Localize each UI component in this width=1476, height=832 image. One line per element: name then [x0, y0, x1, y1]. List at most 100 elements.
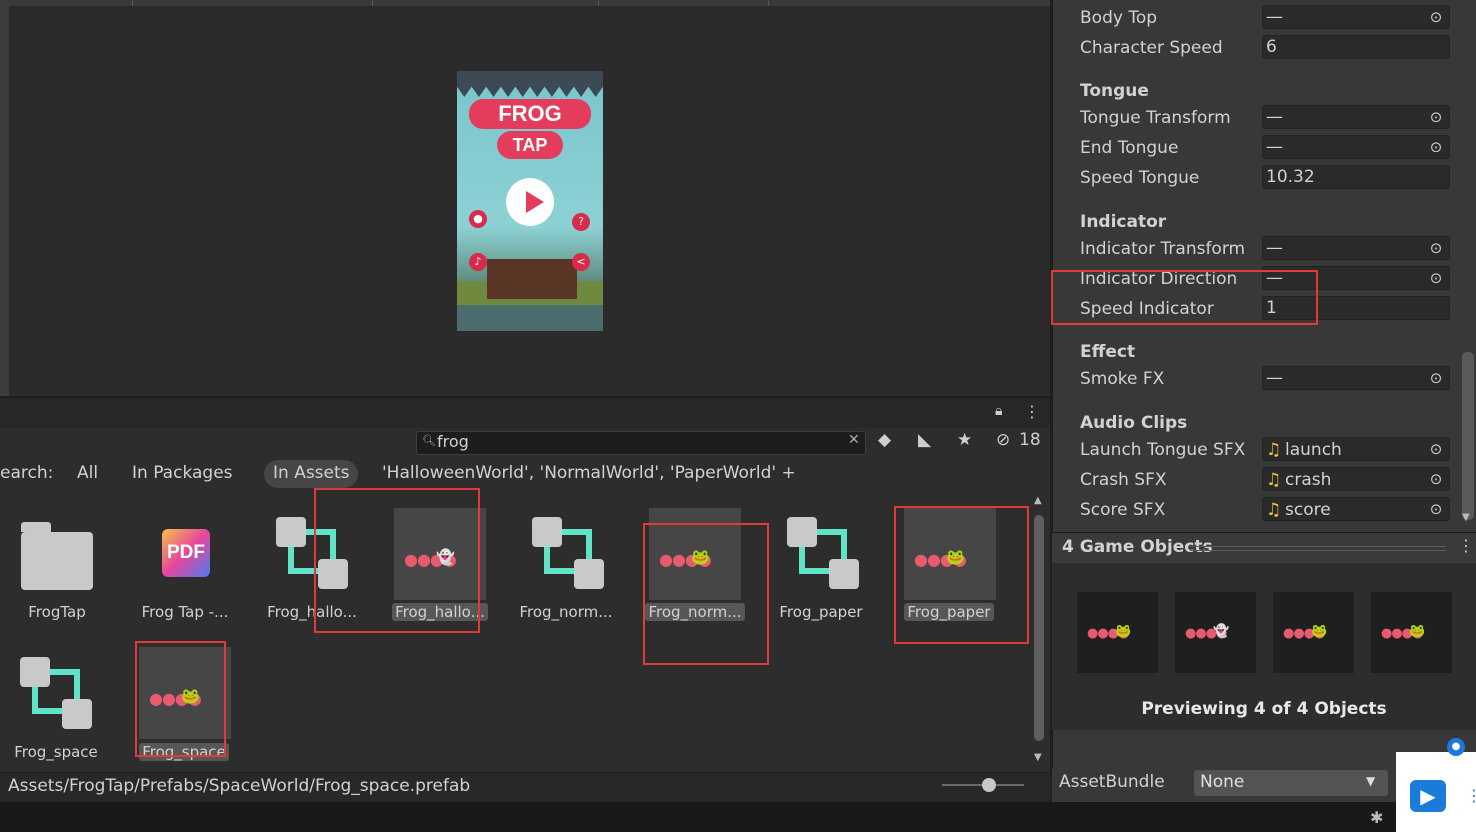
field-value: crash — [1285, 470, 1332, 490]
prefab-variant-icon[interactable] — [530, 515, 610, 591]
audio-clip-icon: ♫ — [1266, 500, 1282, 520]
scroll-down-icon[interactable]: ▼ — [1034, 752, 1042, 763]
search-by-type-icon[interactable]: ◆ — [878, 430, 891, 450]
hidden-count: 18 — [1019, 430, 1041, 450]
ghost-frog-icon: 👻 — [1213, 624, 1230, 639]
object-picker-icon[interactable]: ⊙ — [1426, 368, 1446, 388]
asset-label: Frog_norm... — [519, 603, 613, 621]
frog-icon: 🐸 — [1409, 624, 1426, 639]
field-value[interactable]: 6 — [1266, 37, 1277, 57]
filter-scenes[interactable]: 'HalloweenWorld', 'NormalWorld', 'PaperW… — [382, 463, 796, 483]
search-icon: 🔍︎ — [422, 434, 436, 447]
scroll-down-icon[interactable]: ▼ — [1462, 512, 1470, 523]
section-header: Effect — [1080, 342, 1136, 362]
object-picker-icon[interactable]: ⊙ — [1426, 499, 1446, 519]
asset-item[interactable] — [21, 522, 93, 590]
game-preview: FROG TAP ● ? ♪ < — [457, 71, 603, 331]
field-value: — — [1266, 107, 1283, 127]
folder-icon — [21, 522, 51, 532]
assetbundle-label: AssetBundle — [1059, 772, 1165, 792]
prefab-variant-icon[interactable] — [18, 655, 98, 731]
filter-in-packages[interactable]: In Packages — [132, 463, 233, 483]
highlight-box — [643, 523, 769, 665]
chevron-down-icon: ▼ — [1366, 774, 1376, 788]
field-value[interactable]: 10.32 — [1266, 167, 1315, 187]
audio-clip-icon: ♫ — [1266, 440, 1282, 460]
field-label: Indicator Transform — [1080, 239, 1246, 259]
highlight-box — [894, 506, 1029, 644]
game-platform — [487, 259, 577, 299]
asset-label: Frog_paper — [779, 603, 863, 621]
body-top-field[interactable] — [1262, 5, 1450, 29]
field-label: Character Speed — [1080, 38, 1223, 58]
status-bar — [0, 802, 1476, 832]
favorites-star-icon[interactable]: ★ — [957, 430, 972, 450]
scene-left-border — [0, 0, 9, 396]
object-picker-icon[interactable]: ⊙ — [1426, 238, 1446, 258]
tab-divider — [132, 0, 133, 6]
pin-icon[interactable]: ● — [1447, 738, 1465, 756]
object-picker-icon[interactable]: ⊙ — [1426, 137, 1446, 157]
remote-desktop-icon[interactable]: ▶ — [1410, 780, 1446, 812]
highlight-box — [314, 488, 480, 633]
debug-bug-icon[interactable]: ✱ — [1370, 808, 1383, 827]
pdf-icon[interactable]: PDF — [162, 529, 210, 577]
drag-handle[interactable] — [1190, 546, 1446, 551]
preview-caption: Previewing 4 of 4 Objects — [1141, 699, 1387, 719]
search-value[interactable]: frog — [437, 432, 469, 451]
highlight-box — [1051, 270, 1318, 325]
space-frog-icon: 🐸 — [1115, 624, 1132, 639]
section-header: Indicator — [1080, 212, 1167, 232]
search-by-label-icon[interactable]: ◣ — [918, 430, 931, 450]
object-picker-icon[interactable]: ⊙ — [1426, 7, 1446, 27]
object-picker-icon[interactable]: ⊙ — [1426, 469, 1446, 489]
object-picker-icon[interactable]: ⊙ — [1426, 439, 1446, 459]
character-speed-field[interactable] — [1262, 35, 1450, 59]
game-title-line1: FROG — [469, 99, 591, 129]
object-preview: ●●●● 🐸 — [1077, 592, 1158, 673]
section-header: Tongue — [1080, 81, 1149, 101]
asset-label: FrogTap — [28, 603, 86, 621]
asset-label: Frog Tap -... — [141, 603, 229, 621]
filter-all[interactable]: All — [77, 463, 98, 483]
filter-in-assets[interactable]: In Assets — [273, 463, 350, 483]
field-label: Crash SFX — [1080, 470, 1167, 490]
field-label: Speed Tongue — [1080, 168, 1200, 188]
more-menu-icon[interactable]: ⋮ — [1458, 536, 1474, 555]
sound-icon: ♪ — [469, 253, 487, 271]
clear-search-icon[interactable]: ✕ — [848, 432, 860, 448]
scene-tab-strip — [0, 0, 1050, 6]
prefab-variant-icon[interactable] — [785, 515, 865, 591]
inspector-scroll-thumb[interactable] — [1462, 352, 1474, 520]
game-title-line2: TAP — [497, 131, 563, 159]
asset-label: Frog_space — [14, 743, 98, 761]
end-tongue-field[interactable] — [1262, 135, 1450, 159]
project-scroll-thumb[interactable] — [1034, 515, 1044, 741]
assetbundle-value[interactable]: None — [1200, 772, 1244, 792]
share-icon: < — [572, 253, 590, 271]
game-water — [457, 305, 603, 331]
field-value: — — [1266, 368, 1283, 388]
frog-icon: 🐸 — [1311, 624, 1328, 639]
highlight-box — [135, 641, 226, 757]
hidden-packages-icon[interactable]: ⊘ — [996, 430, 1010, 450]
more-menu-icon[interactable]: ⋮ — [1024, 402, 1040, 421]
field-label: Launch Tongue SFX — [1080, 440, 1246, 460]
object-preview: ●●●● 🐸 — [1273, 592, 1354, 673]
audio-clip-icon: ♫ — [1266, 470, 1282, 490]
object-picker-icon[interactable]: ⊙ — [1426, 268, 1446, 288]
lock-icon[interactable]: 🔒︎ — [995, 403, 1002, 419]
icon-size-slider-handle[interactable] — [982, 778, 996, 792]
game-top-border — [457, 71, 603, 97]
search-input[interactable] — [416, 431, 866, 455]
scroll-up-icon[interactable]: ▲ — [1034, 495, 1042, 506]
field-label: Tongue Transform — [1080, 108, 1231, 128]
field-value: — — [1266, 137, 1283, 157]
play-icon — [526, 191, 544, 213]
field-label: Score SFX — [1080, 500, 1166, 520]
smoke-fx-field[interactable] — [1262, 366, 1450, 390]
more-menu-icon[interactable]: ⋮ — [1466, 786, 1476, 805]
indicator-transform-field[interactable] — [1262, 236, 1450, 260]
object-picker-icon[interactable]: ⊙ — [1426, 107, 1446, 127]
tongue-transform-field[interactable] — [1262, 105, 1450, 129]
